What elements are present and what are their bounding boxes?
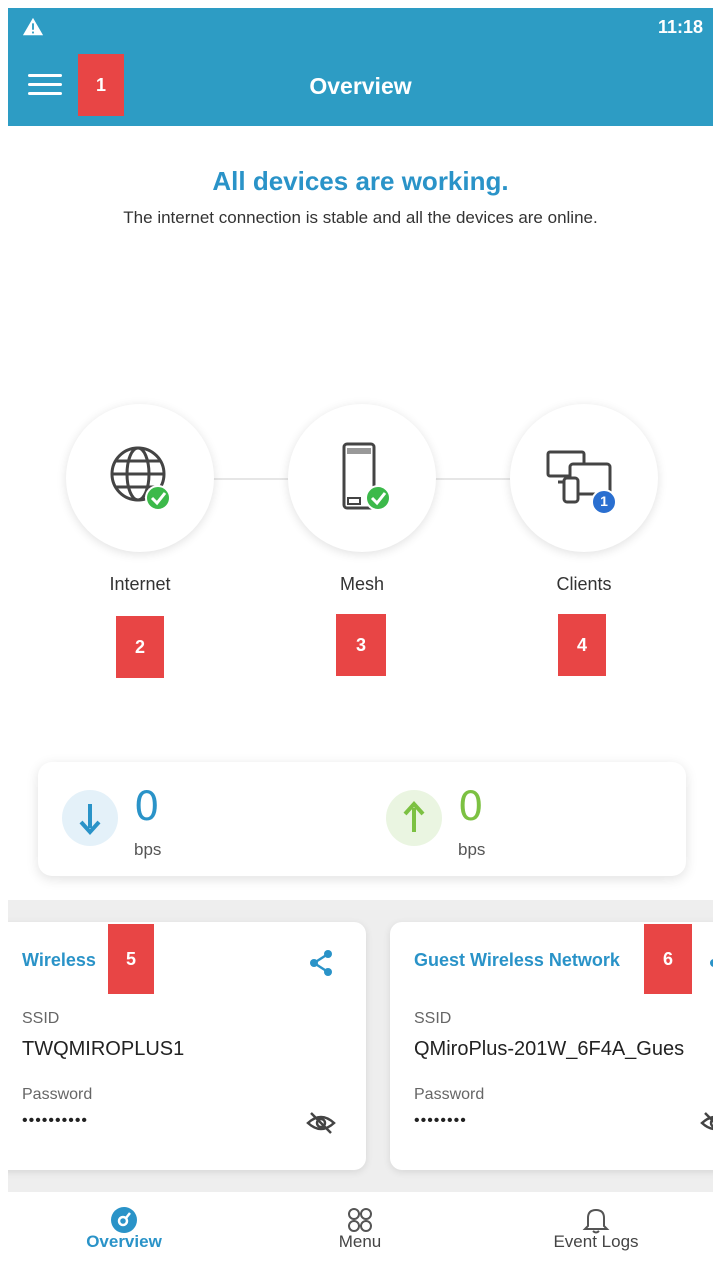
nav-overview[interactable]: Overview (34, 1192, 214, 1270)
ssid-value: QMiroPlus-201W_6F4A_Gues (414, 1038, 685, 1060)
clients-count-badge: 1 (600, 493, 608, 509)
nav-event-logs[interactable]: Event Logs (506, 1192, 686, 1270)
annotation-tag-4: 4 (558, 614, 606, 676)
password-value: •••••••• (414, 1112, 467, 1129)
nav-menu[interactable]: Menu (270, 1192, 450, 1270)
ssid-value: TWQMIROPLUS1 (22, 1038, 185, 1060)
network-cards-carousel[interactable]: Wireless SSID TWQMIROPLUS1 Password ••••… (8, 900, 713, 1192)
wireless-card[interactable]: Wireless SSID TWQMIROPLUS1 Password ••••… (8, 922, 366, 1170)
wireless-title: Wireless (22, 950, 96, 970)
nav-event-logs-label: Event Logs (553, 1232, 639, 1251)
download-speed: 0 bps (38, 762, 338, 876)
annotation-tag-3: 3 (336, 614, 386, 676)
mesh-label: Mesh (339, 574, 384, 594)
annotation-tag-2: 2 (116, 616, 164, 678)
password-label: Password (22, 1086, 93, 1103)
download-arrow-icon (62, 790, 118, 846)
password-value: •••••••••• (22, 1112, 89, 1129)
internet-node[interactable] (66, 404, 214, 552)
upload-unit: bps (458, 840, 486, 859)
mesh-node[interactable] (288, 404, 436, 552)
clock: 11:18 (657, 17, 703, 37)
clients-label: Clients (556, 574, 612, 594)
warning-icon (22, 17, 44, 36)
guest-wireless-title: Guest Wireless Network (414, 950, 620, 970)
upload-value: 0 (458, 784, 484, 830)
nav-overview-label: Overview (86, 1232, 162, 1251)
status-message: The internet connection is stable and al… (123, 208, 598, 227)
share-icon[interactable] (306, 948, 336, 978)
bottom-navigation: Overview Menu Event Logs (8, 1192, 713, 1270)
clients-node[interactable]: 1 (510, 404, 658, 552)
upload-arrow-icon (386, 790, 442, 846)
router-icon (342, 442, 391, 511)
share-icon[interactable] (706, 948, 713, 978)
annotation-tag-6: 6 (644, 924, 692, 994)
eye-off-icon[interactable] (700, 1110, 713, 1136)
ssid-label: SSID (414, 1010, 452, 1027)
annotation-tag-5: 5 (108, 924, 154, 994)
ssid-label: SSID (22, 1010, 60, 1027)
annotation-tag-1: 1 (78, 54, 124, 116)
download-value: 0 (134, 784, 160, 830)
status-headline: All devices are working. (212, 166, 509, 196)
connector-line (434, 478, 510, 480)
upload-speed: 0 bps (362, 762, 662, 876)
throughput-card: 0 bps 0 bps (38, 762, 686, 876)
connector-line (212, 478, 288, 480)
eye-off-icon[interactable] (306, 1110, 336, 1136)
status-bar: 11:18 (8, 8, 713, 48)
internet-label: Internet (109, 574, 171, 594)
download-unit: bps (134, 840, 162, 859)
password-label: Password (414, 1086, 485, 1103)
nav-menu-label: Menu (338, 1232, 382, 1251)
globe-icon (110, 446, 171, 511)
